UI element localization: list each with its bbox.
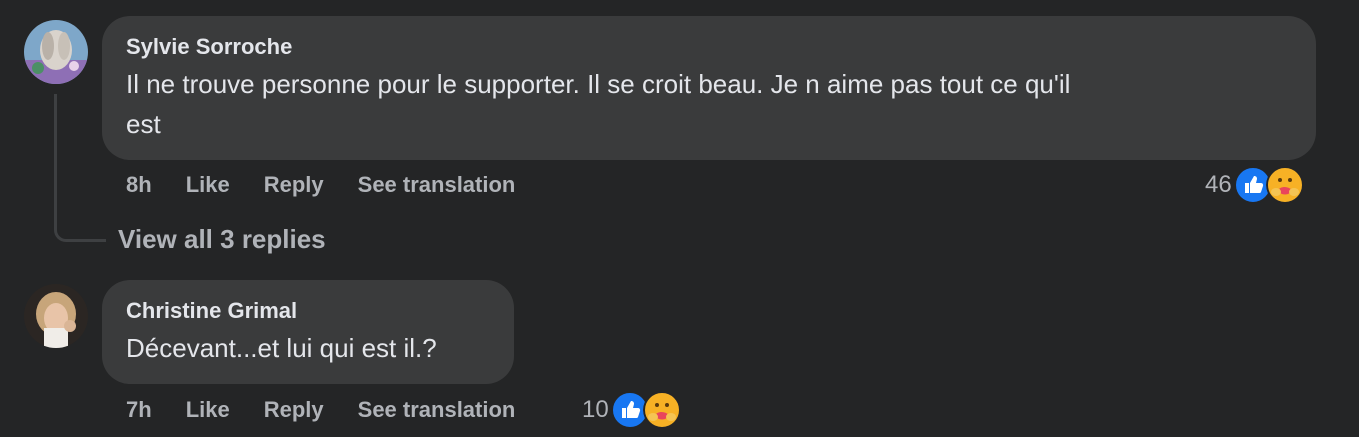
comment-text: Il ne trouve personne pour le supporter.…	[126, 64, 1292, 144]
see-translation-button[interactable]: See translation	[358, 397, 516, 423]
comment-bubble: Sylvie Sorroche Il ne trouve personne po…	[102, 16, 1316, 160]
like-button[interactable]: Like	[186, 172, 230, 198]
comment-thread: Sylvie Sorroche Il ne trouve personne po…	[0, 0, 1359, 437]
like-button[interactable]: Like	[186, 397, 230, 423]
comment-text-line: est	[126, 109, 161, 139]
comment-actions: 8h Like Reply See translation	[126, 172, 549, 198]
reaction-count: 10	[582, 396, 609, 423]
reply-button[interactable]: Reply	[264, 397, 324, 423]
care-reaction-icon	[642, 391, 681, 429]
avatar[interactable]	[24, 20, 88, 84]
reply-button[interactable]: Reply	[264, 172, 324, 198]
see-translation-button[interactable]: See translation	[358, 172, 516, 198]
comment-text-line: Décevant...et lui qui est il.?	[126, 333, 437, 363]
comment-author[interactable]: Sylvie Sorroche	[126, 34, 1292, 60]
comment-timestamp[interactable]: 7h	[126, 397, 152, 423]
comment-actions: 7h Like Reply See translation	[126, 397, 549, 423]
comment-bubble: Christine Grimal Décevant...et lui qui e…	[102, 280, 514, 384]
reaction-count: 46	[1205, 171, 1232, 198]
avatar[interactable]	[24, 284, 88, 348]
reaction-summary[interactable]: 46	[1205, 166, 1304, 204]
view-replies-link[interactable]: View all 3 replies	[118, 224, 326, 255]
comment-author[interactable]: Christine Grimal	[126, 298, 490, 324]
care-reaction-icon	[1265, 166, 1304, 204]
comment-text-line: Il ne trouve personne pour le supporter.…	[126, 69, 1071, 99]
comment-text: Décevant...et lui qui est il.?	[126, 328, 490, 368]
thread-connector	[54, 94, 106, 242]
reaction-summary[interactable]: 10	[582, 391, 681, 429]
comment-timestamp[interactable]: 8h	[126, 172, 152, 198]
